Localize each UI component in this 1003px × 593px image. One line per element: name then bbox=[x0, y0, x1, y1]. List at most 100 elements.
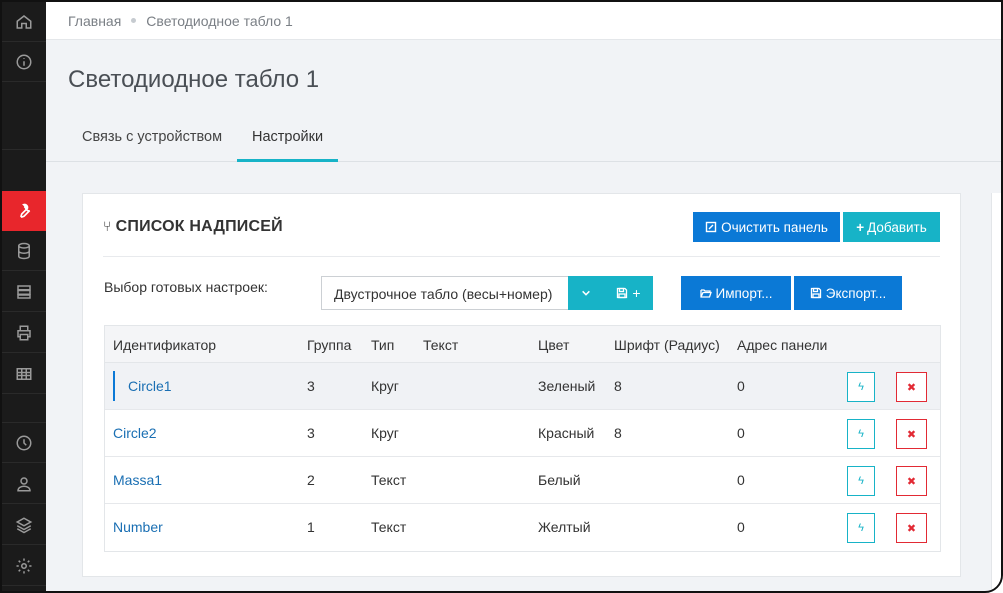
sidebar-item-history[interactable] bbox=[2, 423, 46, 463]
delete-button[interactable]: ✖ bbox=[896, 513, 927, 543]
row-id[interactable]: Number bbox=[113, 519, 163, 535]
row-font: 8 bbox=[614, 425, 622, 441]
save-plus: + bbox=[632, 285, 641, 301]
row-group: 3 bbox=[307, 425, 315, 441]
add-button[interactable]: + Добавить bbox=[843, 212, 940, 242]
activate-button[interactable]: ϟ bbox=[847, 513, 875, 543]
row-group: 2 bbox=[307, 472, 315, 488]
sidebar-item-users[interactable] bbox=[2, 464, 46, 504]
clear-panel-button[interactable]: Очистить панель bbox=[693, 212, 840, 242]
save-icon bbox=[810, 287, 821, 299]
row-address: 0 bbox=[737, 378, 745, 394]
activate-button[interactable]: ϟ bbox=[847, 419, 875, 449]
delete-button[interactable]: ✖ bbox=[896, 419, 927, 449]
close-icon: ✖ bbox=[906, 475, 917, 488]
server-icon bbox=[17, 284, 31, 299]
export-button[interactable]: Экспорт... bbox=[794, 276, 902, 310]
sidebar-item-printer[interactable] bbox=[2, 313, 46, 353]
home-icon bbox=[16, 14, 32, 29]
table-row[interactable]: Circle1 3 Круг Зеленый 8 0 ϟ ✖ bbox=[105, 363, 940, 410]
sidebar-item-settings[interactable] bbox=[2, 191, 46, 231]
sidebar-item-info[interactable] bbox=[2, 42, 46, 82]
row-color: Красный bbox=[538, 425, 595, 441]
row-address: 0 bbox=[737, 472, 745, 488]
table-icon bbox=[16, 367, 32, 380]
card-title-text: СПИСОК НАДПИСЕЙ bbox=[115, 218, 283, 235]
row-address: 0 bbox=[737, 519, 745, 535]
row-address: 0 bbox=[737, 425, 745, 441]
row-type: Текст bbox=[371, 519, 407, 535]
users-icon bbox=[17, 476, 31, 491]
clear-icon bbox=[705, 221, 717, 233]
save-preset-button[interactable]: + bbox=[604, 276, 653, 310]
breadcrumb-home[interactable]: Главная bbox=[68, 13, 121, 29]
row-id[interactable]: Massa1 bbox=[113, 472, 162, 488]
table-row[interactable]: Circle2 3 Круг Красный 8 0 ϟ ✖ bbox=[105, 410, 940, 457]
chevron-down-icon bbox=[582, 290, 590, 296]
table-header: Идентификатор Группа Тип Текст Цвет Шриф… bbox=[105, 326, 940, 363]
selected-indicator bbox=[113, 371, 115, 401]
import-label: Импорт... bbox=[715, 285, 773, 301]
tab-settings[interactable]: Настройки bbox=[237, 114, 339, 162]
tab-bar: Связь с устройством Настройки bbox=[46, 114, 1001, 162]
breadcrumb-separator bbox=[131, 18, 137, 23]
layers-icon bbox=[15, 516, 33, 533]
fork-icon: ⑂ bbox=[103, 218, 112, 234]
bolt-icon: ϟ bbox=[858, 381, 864, 393]
bolt-icon: ϟ bbox=[858, 475, 864, 487]
clock-icon bbox=[16, 435, 32, 450]
app-window: Главная Светодиодное табло 1 Светодиодно… bbox=[0, 0, 1003, 593]
clear-panel-label: Очистить панель bbox=[721, 219, 828, 235]
sidebar-spacer-2 bbox=[2, 395, 46, 423]
row-id[interactable]: Circle2 bbox=[113, 425, 157, 441]
sidebar-item-database[interactable] bbox=[2, 231, 46, 271]
bolt-icon: ϟ bbox=[858, 522, 864, 534]
sidebar bbox=[2, 2, 46, 591]
sidebar-spacer bbox=[2, 82, 46, 150]
delete-button[interactable]: ✖ bbox=[896, 466, 927, 496]
info-icon bbox=[16, 54, 32, 69]
row-color: Желтый bbox=[538, 519, 591, 535]
sidebar-item-table[interactable] bbox=[2, 354, 46, 394]
side-card-edge bbox=[991, 193, 1001, 591]
col-address[interactable]: Адрес панели bbox=[737, 337, 827, 353]
labels-table: Идентификатор Группа Тип Текст Цвет Шриф… bbox=[104, 325, 941, 552]
col-text[interactable]: Текст bbox=[423, 337, 458, 353]
import-button[interactable]: Импорт... bbox=[681, 276, 791, 310]
row-color: Зеленый bbox=[538, 378, 596, 394]
folder-open-icon bbox=[699, 289, 712, 298]
preset-dropdown-toggle[interactable] bbox=[568, 276, 604, 310]
row-group: 1 bbox=[307, 519, 315, 535]
tab-device-connection[interactable]: Связь с устройством bbox=[67, 114, 237, 162]
activate-button[interactable]: ϟ bbox=[847, 372, 875, 402]
sidebar-item-server[interactable] bbox=[2, 272, 46, 312]
delete-button[interactable]: ✖ bbox=[896, 372, 927, 402]
table-row[interactable]: Massa1 2 Текст Белый 0 ϟ ✖ bbox=[105, 457, 940, 504]
col-font[interactable]: Шрифт (Радиус) bbox=[614, 337, 720, 353]
labels-card: ⑂ СПИСОК НАДПИСЕЙ Очистить панель + Добав… bbox=[82, 193, 961, 577]
breadcrumb-current: Светодиодное табло 1 bbox=[146, 12, 293, 29]
sidebar-item-gear[interactable] bbox=[2, 546, 46, 586]
page-title: Светодиодное табло 1 bbox=[68, 66, 320, 93]
col-group[interactable]: Группа bbox=[307, 337, 351, 353]
col-color[interactable]: Цвет bbox=[538, 337, 569, 353]
gear-icon bbox=[16, 558, 32, 573]
row-id[interactable]: Circle1 bbox=[128, 378, 172, 394]
row-type: Круг bbox=[371, 378, 399, 394]
row-color: Белый bbox=[538, 472, 581, 488]
preset-select[interactable]: Двустрочное табло (весы+номер) bbox=[321, 276, 569, 310]
col-id[interactable]: Идентификатор bbox=[113, 337, 216, 353]
sidebar-item-layers[interactable] bbox=[2, 505, 46, 545]
plus-icon: + bbox=[856, 219, 865, 235]
row-group: 3 bbox=[307, 378, 315, 394]
table-row[interactable]: Number 1 Текст Желтый 0 ϟ ✖ bbox=[105, 504, 940, 551]
sidebar-item-home[interactable] bbox=[2, 2, 46, 42]
card-title: ⑂ СПИСОК НАДПИСЕЙ bbox=[103, 218, 283, 236]
printer-icon bbox=[17, 325, 31, 340]
activate-button[interactable]: ϟ bbox=[847, 466, 875, 496]
close-icon: ✖ bbox=[906, 522, 917, 535]
wrench-icon bbox=[20, 203, 31, 218]
row-type: Текст bbox=[371, 472, 407, 488]
card-divider bbox=[103, 256, 940, 257]
col-type[interactable]: Тип bbox=[371, 337, 394, 353]
